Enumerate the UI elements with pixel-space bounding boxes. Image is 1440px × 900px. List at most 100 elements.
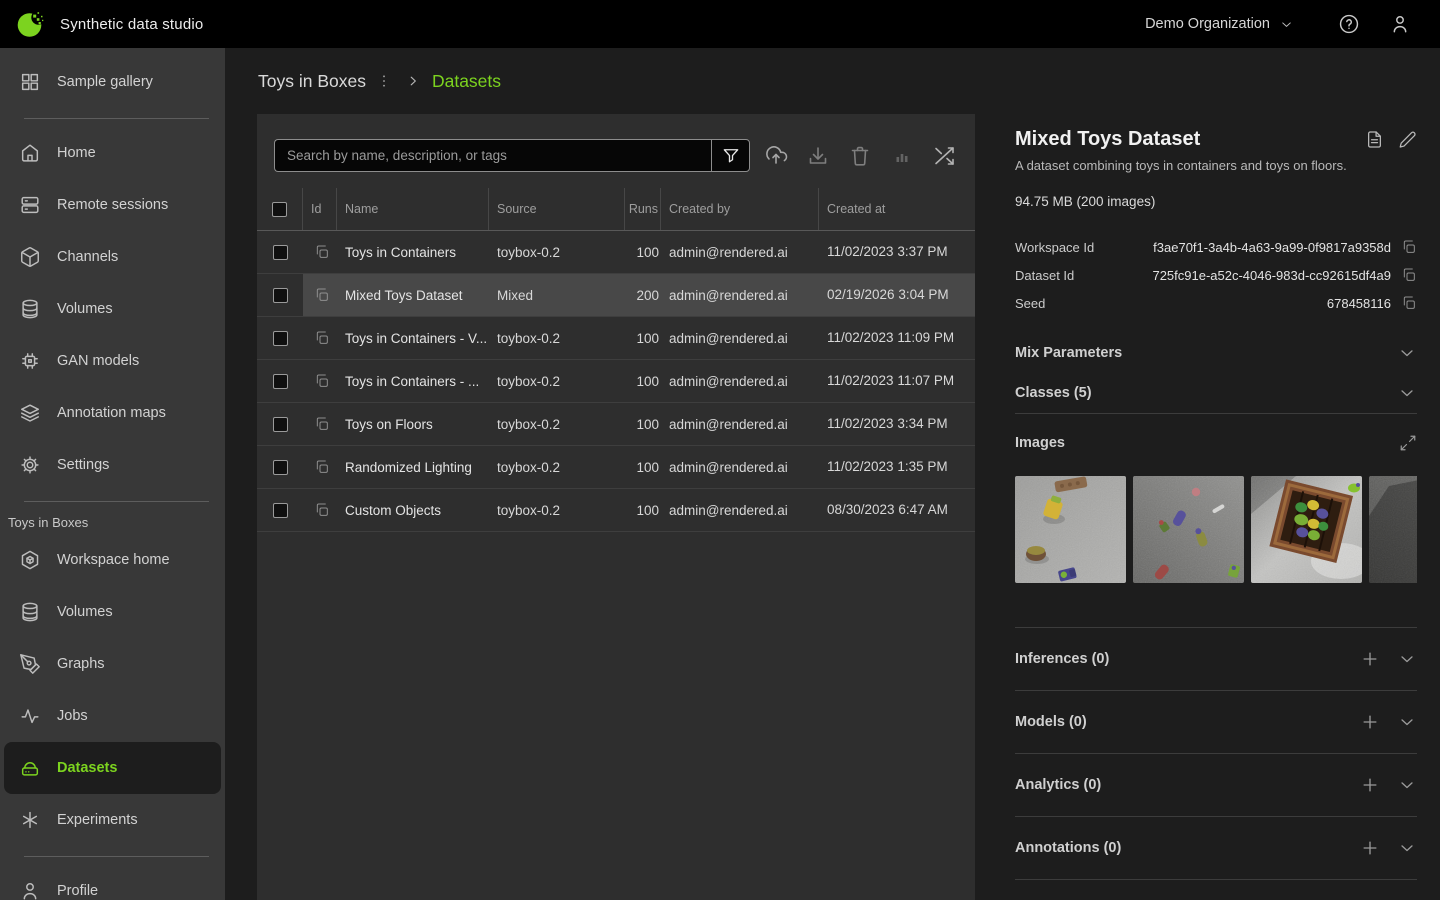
copy-seed-button[interactable] [1401,295,1417,311]
help-button[interactable] [1338,13,1360,35]
filter-button[interactable] [711,139,750,172]
table-row[interactable]: Toys in Containers - V... toybox-0.2 100… [257,317,975,360]
table-row[interactable]: Toys in Containers toybox-0.2 100 admin@… [257,231,975,274]
dataset-name[interactable]: Toys in Containers [337,231,489,273]
row-checkbox[interactable] [273,374,288,389]
table-row[interactable]: Toys in Containers - ... toybox-0.2 100 … [257,360,975,403]
dataset-thumbnail-2[interactable] [1133,476,1244,583]
column-header-runs[interactable]: Runs [625,188,661,230]
sidebar-item-graphs[interactable]: Graphs [0,638,225,690]
section-classes[interactable]: Classes (5) [1015,373,1417,413]
add-analytics-button[interactable] [1360,775,1380,795]
org-selector[interactable]: Demo Organization [1145,16,1294,32]
sidebar-item-gan-models[interactable]: GAN models [0,335,225,387]
dataset-created-by: admin@rendered.ai [661,360,819,402]
dataset-thumbnail-4[interactable] [1369,476,1417,583]
sidebar-item-channels[interactable]: Channels [0,231,225,283]
select-all-checkbox[interactable] [272,202,287,217]
sidebar-item-home[interactable]: Home [0,127,225,179]
copy-id-button[interactable] [314,416,330,432]
sidebar-item-ws-volumes[interactable]: Volumes [0,586,225,638]
edit-dataset-button[interactable] [1398,130,1417,149]
dataset-source: toybox-0.2 [489,231,625,273]
expand-classes-button[interactable] [1397,383,1417,403]
expand-images-button[interactable] [1399,434,1417,452]
copy-id-button[interactable] [314,287,330,303]
add-model-button[interactable] [1360,712,1380,732]
add-annotation-button[interactable] [1360,838,1380,858]
sidebar-item-label: Profile [57,883,98,899]
table-toolbar [257,114,975,180]
sidebar-item-settings[interactable]: Settings [0,439,225,491]
copy-workspace-id-button[interactable] [1401,239,1417,255]
dataset-thumbnail-3[interactable] [1251,476,1362,583]
upload-button[interactable] [764,144,788,168]
column-header-id[interactable]: Id [303,188,337,230]
copy-id-button[interactable] [314,330,330,346]
chevron-right-icon [406,74,420,88]
plus-icon [1360,775,1380,795]
breadcrumb-current[interactable]: Datasets [432,71,501,92]
mix-datasets-button[interactable] [932,144,956,168]
dataset-thumbnail-1[interactable] [1015,476,1126,583]
pen-tool-icon [19,653,41,675]
row-checkbox[interactable] [273,417,288,432]
expand-annotations-button[interactable] [1397,838,1417,858]
expand-inferences-button[interactable] [1397,649,1417,669]
section-mix-parameters[interactable]: Mix Parameters [1015,333,1417,373]
section-models[interactable]: Models (0) [1015,691,1417,753]
sidebar-item-workspace-home[interactable]: Workspace home [0,534,225,586]
copy-id-button[interactable] [314,244,330,260]
expand-models-button[interactable] [1397,712,1417,732]
analytics-button[interactable] [890,144,914,168]
add-inference-button[interactable] [1360,649,1380,669]
row-checkbox[interactable] [273,288,288,303]
workspace-menu-button[interactable] [376,73,392,89]
sidebar-item-profile[interactable]: Profile [0,865,225,900]
app-title: Synthetic data studio [60,16,203,33]
dataset-name[interactable]: Mixed Toys Dataset [337,274,489,316]
copy-id-button[interactable] [314,502,330,518]
table-row[interactable]: Toys on Floors toybox-0.2 100 admin@rend… [257,403,975,446]
sidebar-item-volumes[interactable]: Volumes [0,283,225,335]
row-checkbox[interactable] [273,245,288,260]
row-checkbox[interactable] [273,460,288,475]
search-input[interactable] [274,139,711,172]
delete-button[interactable] [848,144,872,168]
column-header-name[interactable]: Name [337,188,489,230]
sidebar-item-datasets[interactable]: Datasets [4,742,221,794]
expand-mix-parameters-button[interactable] [1397,343,1417,363]
dataset-name[interactable]: Toys in Containers - ... [337,360,489,402]
section-analytics[interactable]: Analytics (0) [1015,754,1417,816]
breadcrumb-workspace[interactable]: Toys in Boxes [258,71,366,92]
table-row[interactable]: Randomized Lighting toybox-0.2 100 admin… [257,446,975,489]
table-header-row: Id Name Source Runs Created by Created a… [257,188,975,231]
column-header-created-by[interactable]: Created by [661,188,819,230]
expand-analytics-button[interactable] [1397,775,1417,795]
copy-id-button[interactable] [314,459,330,475]
dataset-name[interactable]: Toys in Containers - V... [337,317,489,359]
sidebar-item-annotation-maps[interactable]: Annotation maps [0,387,225,439]
copy-dataset-id-button[interactable] [1401,267,1417,283]
sidebar-item-experiments[interactable]: Experiments [0,794,225,846]
row-checkbox[interactable] [273,503,288,518]
section-inferences[interactable]: Inferences (0) [1015,628,1417,690]
column-header-source[interactable]: Source [489,188,625,230]
sidebar-item-jobs[interactable]: Jobs [0,690,225,742]
profile-button[interactable] [1389,13,1411,35]
table-row-selected[interactable]: Mixed Toys Dataset Mixed 200 admin@rende… [257,274,975,317]
column-header-created-at[interactable]: Created at [819,188,975,230]
download-button[interactable] [806,144,830,168]
dataset-name[interactable]: Randomized Lighting [337,446,489,488]
section-annotations[interactable]: Annotations (0) [1015,817,1417,879]
field-label: Seed [1015,296,1045,311]
dataset-name[interactable]: Custom Objects [337,489,489,531]
table-row[interactable]: Custom Objects toybox-0.2 100 admin@rend… [257,489,975,532]
sidebar-item-sample-gallery[interactable]: Sample gallery [0,56,225,108]
row-checkbox[interactable] [273,331,288,346]
dataset-name[interactable]: Toys on Floors [337,403,489,445]
copy-id-button[interactable] [314,373,330,389]
dataset-created-by: admin@rendered.ai [661,489,819,531]
view-log-button[interactable] [1365,130,1384,149]
sidebar-item-remote-sessions[interactable]: Remote sessions [0,179,225,231]
